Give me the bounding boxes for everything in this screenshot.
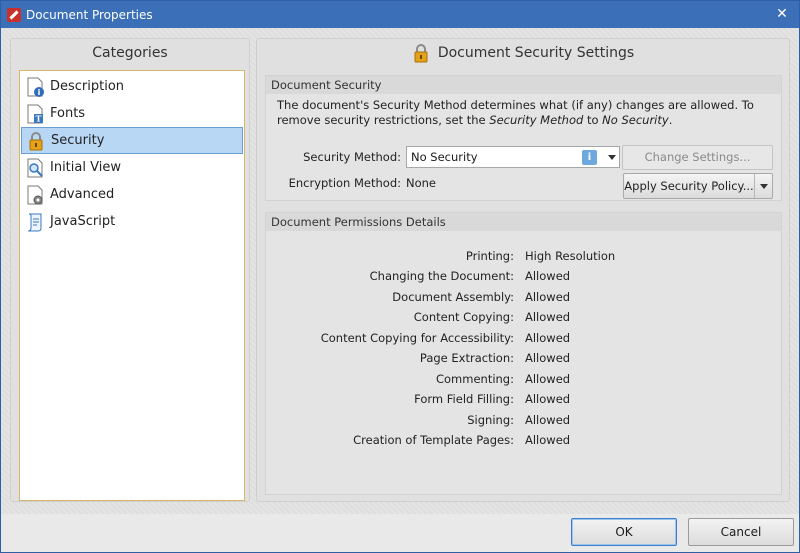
permission-label: Signing: bbox=[467, 413, 514, 427]
category-label: Description bbox=[50, 79, 125, 94]
permission-value: Allowed bbox=[525, 351, 571, 365]
magnifier-document-icon bbox=[27, 158, 43, 177]
description-text: . bbox=[668, 113, 673, 127]
category-label: Advanced bbox=[50, 187, 115, 202]
info-document-icon: i bbox=[27, 77, 44, 97]
category-item-javascript[interactable]: JavaScript bbox=[21, 208, 243, 235]
dialog-body: Categories i Description T Fonts Securit… bbox=[1, 28, 799, 514]
permission-label: Form Field Filling: bbox=[414, 392, 514, 406]
svg-text:T: T bbox=[36, 113, 42, 123]
title-bar: Document Properties ✕ bbox=[1, 1, 799, 28]
permission-value: Allowed bbox=[525, 290, 571, 304]
category-item-fonts[interactable]: T Fonts bbox=[21, 100, 243, 127]
category-label: Fonts bbox=[50, 106, 86, 121]
description-emphasis: No Security bbox=[602, 113, 669, 127]
categories-heading: Categories bbox=[92, 45, 168, 61]
lock-icon bbox=[414, 44, 428, 63]
permission-label: Page Extraction: bbox=[419, 351, 514, 365]
security-method-label: Security Method: bbox=[303, 150, 401, 164]
categories-panel: Categories i Description T Fonts Securit… bbox=[10, 38, 250, 502]
change-settings-button[interactable]: Change Settings... bbox=[622, 145, 773, 170]
window-title: Document Properties bbox=[26, 7, 153, 22]
permission-value: Allowed bbox=[525, 310, 571, 324]
permission-value: Allowed bbox=[525, 413, 571, 427]
description-emphasis: Security Method bbox=[489, 113, 584, 127]
security-description: The document's Security Method determine… bbox=[277, 98, 767, 128]
apply-security-policy-split-button[interactable]: Apply Security Policy... bbox=[623, 173, 773, 199]
permission-label: Document Assembly: bbox=[392, 290, 514, 304]
permission-value: Allowed bbox=[525, 331, 571, 345]
permission-label: Content Copying for Accessibility: bbox=[320, 331, 514, 345]
permission-value: Allowed bbox=[525, 392, 571, 406]
permission-value: Allowed bbox=[525, 433, 571, 447]
pdf-app-icon bbox=[7, 7, 21, 22]
permission-value: High Resolution bbox=[525, 249, 616, 263]
permission-label: Creation of Template Pages: bbox=[353, 433, 514, 447]
categories-list: i Description T Fonts Security Initial V… bbox=[19, 70, 245, 501]
apply-security-policy-button[interactable]: Apply Security Policy... bbox=[624, 174, 755, 198]
security-method-value: No Security bbox=[411, 150, 478, 164]
svg-text:i: i bbox=[38, 88, 41, 97]
encryption-method-label: Encryption Method: bbox=[288, 176, 401, 190]
description-text: to bbox=[583, 113, 603, 127]
group-title: Document Security bbox=[266, 76, 781, 94]
category-item-initial-view[interactable]: Initial View bbox=[21, 154, 243, 181]
permission-value: Allowed bbox=[525, 372, 571, 386]
document-security-group: Document Security The document's Securit… bbox=[265, 75, 782, 201]
font-document-icon: T bbox=[27, 104, 43, 123]
encryption-method-value: None bbox=[406, 176, 437, 190]
settings-heading: Document Security Settings bbox=[257, 39, 789, 67]
category-label: JavaScript bbox=[50, 214, 116, 229]
document-permissions-group: Document Permissions Details Printing: H… bbox=[265, 212, 782, 495]
permission-label: Printing: bbox=[465, 249, 514, 263]
settings-heading-text: Document Security Settings bbox=[437, 45, 635, 61]
group-title: Document Permissions Details bbox=[266, 213, 781, 231]
lock-icon bbox=[29, 131, 43, 150]
permission-label: Commenting: bbox=[435, 372, 514, 386]
category-item-description[interactable]: i Description bbox=[21, 73, 243, 100]
permission-label: Content Copying: bbox=[413, 310, 514, 324]
ok-button[interactable]: OK bbox=[571, 518, 677, 546]
category-label: Security bbox=[51, 133, 105, 148]
dialog-footer: OK Cancel bbox=[1, 514, 799, 552]
cancel-button[interactable]: Cancel bbox=[688, 518, 794, 546]
chevron-down-icon[interactable] bbox=[760, 184, 768, 189]
permission-label: Changing the Document: bbox=[369, 269, 514, 283]
gear-document-icon bbox=[27, 185, 43, 204]
document-properties-dialog: Document Properties ✕ Categories i Descr… bbox=[0, 0, 800, 553]
security-settings-panel: Document Security Settings Document Secu… bbox=[256, 38, 790, 502]
close-icon[interactable]: ✕ bbox=[773, 5, 791, 23]
permission-value: Allowed bbox=[525, 269, 571, 283]
category-item-advanced[interactable]: Advanced bbox=[21, 181, 243, 208]
category-label: Initial View bbox=[50, 160, 121, 175]
chevron-down-icon[interactable] bbox=[608, 155, 616, 160]
category-item-security[interactable]: Security bbox=[21, 127, 243, 154]
script-scroll-icon bbox=[27, 213, 42, 231]
info-icon[interactable]: i bbox=[582, 150, 597, 165]
security-method-select[interactable]: No Security i bbox=[406, 146, 620, 168]
